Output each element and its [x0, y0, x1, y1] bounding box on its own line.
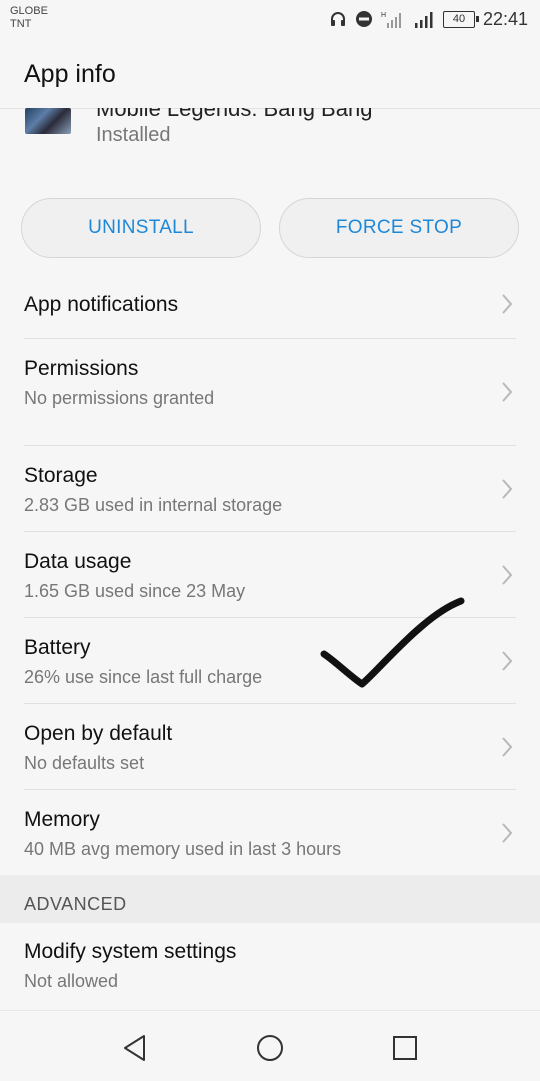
list-item-label: Permissions — [24, 357, 139, 380]
status-bar: GLOBE TNT H 40 22:41 — [0, 0, 540, 38]
recents-square-icon[interactable] — [390, 1033, 420, 1063]
app-status: Installed — [96, 124, 171, 146]
list-item-sub: 2.83 GB used in internal storage — [24, 495, 283, 515]
carrier-label: GLOBE TNT — [10, 5, 48, 31]
clock: 22:41 — [482, 8, 528, 29]
list-item-battery[interactable]: Battery 26% use since last full charge — [0, 618, 540, 703]
chevron-right-icon — [502, 294, 513, 314]
force-stop-button[interactable]: FORCE STOP — [279, 198, 519, 258]
signal-icon — [414, 12, 433, 28]
uninstall-button[interactable]: UNINSTALL — [21, 198, 261, 258]
back-triangle-icon[interactable] — [120, 1033, 150, 1063]
battery-icon: 40 — [442, 10, 479, 28]
chevron-right-icon — [502, 382, 513, 402]
list-item-permissions[interactable]: Permissions No permissions granted — [0, 339, 540, 445]
list-item-label: App notifications — [24, 293, 179, 316]
list-item-sub: 1.65 GB used since 23 May — [24, 581, 246, 601]
list-item-app-notifications[interactable]: App notifications — [0, 270, 540, 338]
svg-text:H: H — [381, 12, 386, 19]
battery-level: 40 — [452, 13, 466, 25]
list-item-sub: No defaults set — [24, 753, 145, 773]
chevron-right-icon — [502, 565, 513, 585]
list-item-open-by-default[interactable]: Open by default No defaults set — [0, 704, 540, 789]
home-circle-icon[interactable] — [255, 1033, 285, 1063]
list-item-sub: 40 MB avg memory used in last 3 hours — [24, 839, 342, 859]
signal-icon: H — [381, 12, 401, 28]
section-header-advanced: ADVANCED — [0, 875, 540, 923]
navigation-bar — [0, 1010, 540, 1081]
section-header-label: ADVANCED — [24, 894, 127, 914]
carrier-line2: TNT — [10, 18, 32, 30]
list-item-data-usage[interactable]: Data usage 1.65 GB used since 23 May — [0, 532, 540, 617]
list-item-label: Data usage — [24, 550, 132, 573]
chevron-right-icon — [502, 479, 513, 499]
headphones-icon — [330, 12, 345, 26]
list-item-label: Storage — [24, 464, 98, 487]
status-icons: H 40 22:41 — [329, 8, 528, 30]
list-item-sub: 26% use since last full charge — [24, 667, 263, 687]
list-item-label: Open by default — [24, 722, 173, 745]
app-name: Mobile Legends: Bang Bang — [96, 108, 373, 121]
page-title: App info — [24, 60, 116, 88]
chevron-right-icon — [502, 737, 513, 757]
list-item-label: Modify system settings — [24, 940, 237, 963]
carrier-line1: GLOBE — [10, 5, 48, 17]
list-item-sub: No permissions granted — [24, 388, 215, 408]
app-icon — [25, 108, 71, 134]
list-item-sub: Not allowed — [24, 971, 119, 991]
list-item-label: Battery — [24, 636, 91, 659]
chevron-right-icon — [502, 651, 513, 671]
list-item-label: Memory — [24, 808, 100, 831]
title-bar: App info — [0, 38, 540, 109]
do-not-disturb-icon — [355, 11, 372, 27]
chevron-right-icon — [502, 823, 513, 843]
list-item-modify-system-settings[interactable]: Modify system settings Not allowed — [0, 923, 540, 1008]
list-item-storage[interactable]: Storage 2.83 GB used in internal storage — [0, 446, 540, 531]
list-item-memory[interactable]: Memory 40 MB avg memory used in last 3 h… — [0, 790, 540, 875]
app-header: Mobile Legends: Bang Bang Installed — [0, 108, 540, 168]
